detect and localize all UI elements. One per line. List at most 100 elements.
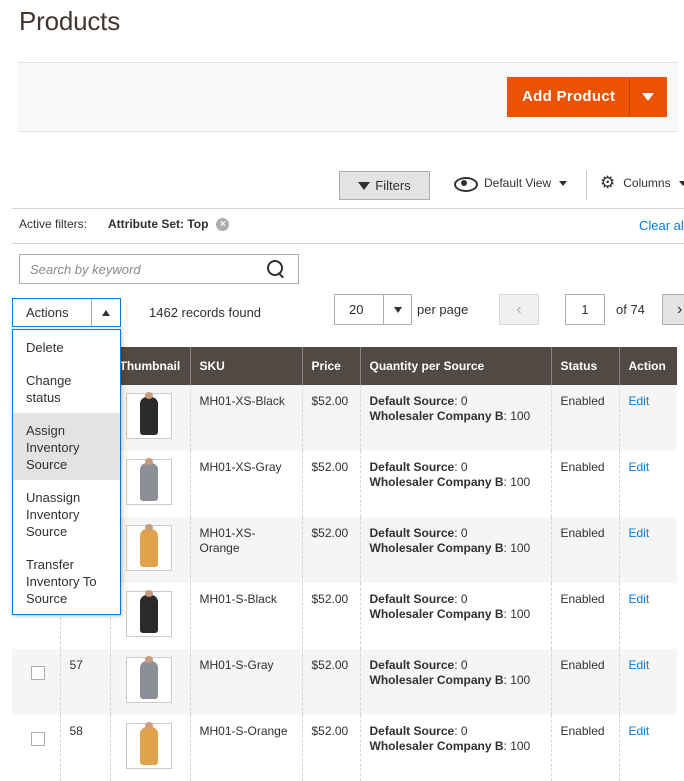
- column-header-price[interactable]: Price: [301, 347, 360, 385]
- actions-dropdown-menu: Delete Change status Assign Inventory So…: [12, 329, 121, 615]
- source-b-qty: : 100: [503, 739, 531, 753]
- source-a-qty: : 0: [454, 526, 468, 540]
- row-status: Enabled: [550, 385, 619, 451]
- view-switcher[interactable]: Default View: [454, 176, 568, 192]
- caret-down-icon: [393, 306, 402, 313]
- row-thumbnail-cell: [109, 715, 190, 781]
- filters-label: Filters: [375, 178, 411, 193]
- previous-page-button[interactable]: ‹: [499, 294, 539, 325]
- source-b-label: Wholesaler Company B: [369, 541, 504, 555]
- edit-link[interactable]: Edit: [629, 460, 650, 474]
- row-thumbnail-cell: [109, 517, 190, 583]
- column-header-status[interactable]: Status: [550, 347, 619, 385]
- row-sku: MH01-XS-Black: [189, 385, 302, 451]
- column-header-quantity[interactable]: Quantity per Source: [359, 347, 551, 385]
- clear-all-link[interactable]: Clear all: [639, 218, 684, 233]
- row-sku: MH01-XS-Gray: [189, 451, 302, 517]
- page-count: of 74: [616, 302, 645, 317]
- row-sku: MH01-XS-Orange: [189, 517, 302, 583]
- source-b-label: Wholesaler Company B: [369, 739, 504, 753]
- active-filter-value: Attribute Set: Top: [108, 217, 209, 231]
- edit-link[interactable]: Edit: [629, 592, 650, 606]
- chevron-right-icon: ›: [677, 301, 683, 318]
- row-status: Enabled: [550, 715, 619, 781]
- per-page-select[interactable]: 20: [334, 294, 412, 325]
- action-option-delete[interactable]: Delete: [13, 330, 120, 363]
- add-product-button[interactable]: Add Product: [507, 77, 668, 117]
- source-a-label: Default Source: [369, 592, 455, 606]
- row-quantity: Default Source: 0 Wholesaler Company B: 1…: [359, 583, 551, 649]
- table-row: 57 MH01-S-Gray $52.00 Default Source: 0 Whol…: [12, 649, 677, 715]
- row-thumbnail-cell: [109, 583, 190, 649]
- row-checkbox[interactable]: [31, 732, 45, 746]
- row-sku: MH01-S-Black: [189, 583, 302, 649]
- view-label: Default View: [484, 176, 552, 190]
- add-product-label[interactable]: Add Product: [508, 78, 629, 116]
- jacket-image: [135, 392, 162, 435]
- source-a-label: Default Source: [369, 526, 455, 540]
- edit-link[interactable]: Edit: [629, 394, 650, 408]
- per-page-toggle[interactable]: [383, 295, 411, 324]
- row-quantity: Default Source: 0 Wholesaler Company B: 1…: [359, 385, 551, 451]
- product-thumbnail[interactable]: [125, 458, 172, 505]
- jacket-image: [135, 656, 162, 699]
- source-a-label: Default Source: [369, 724, 455, 738]
- gear-icon: ⚙: [600, 173, 616, 192]
- product-thumbnail[interactable]: [125, 656, 172, 703]
- funnel-icon: [358, 181, 371, 190]
- row-price: $52.00: [301, 517, 360, 583]
- source-b-label: Wholesaler Company B: [369, 409, 504, 423]
- source-a-label: Default Source: [369, 658, 455, 672]
- action-option-unassign-inventory-source[interactable]: Unassign Inventory Source: [13, 480, 120, 547]
- actions-select-toggle[interactable]: [91, 299, 120, 326]
- eye-icon: [454, 176, 478, 192]
- row-action-cell: Edit: [618, 517, 677, 583]
- source-b-qty: : 100: [503, 541, 531, 555]
- row-sku: MH01-S-Gray: [189, 649, 302, 715]
- row-quantity: Default Source: 0 Wholesaler Company B: 1…: [359, 451, 551, 517]
- product-thumbnail[interactable]: [125, 392, 172, 439]
- row-status: Enabled: [550, 583, 619, 649]
- column-header-thumbnail[interactable]: Thumbnail: [109, 347, 190, 385]
- row-select-cell: [12, 715, 60, 781]
- edit-link[interactable]: Edit: [629, 658, 650, 672]
- source-a-label: Default Source: [369, 460, 455, 474]
- add-product-dropdown-toggle[interactable]: [629, 78, 666, 116]
- row-thumbnail-cell: [109, 451, 190, 517]
- records-count: 1462 records found: [149, 305, 262, 320]
- source-b-qty: : 100: [503, 409, 531, 423]
- action-option-change-status[interactable]: Change status: [13, 363, 120, 413]
- row-quantity: Default Source: 0 Wholesaler Company B: 1…: [359, 517, 551, 583]
- column-header-sku[interactable]: SKU: [189, 347, 302, 385]
- next-page-button[interactable]: ›: [662, 294, 684, 325]
- divider: [12, 243, 684, 244]
- filters-button[interactable]: Filters: [339, 171, 430, 200]
- divider: [12, 208, 684, 209]
- actions-select-label: Actions: [26, 305, 69, 320]
- source-b-qty: : 100: [503, 607, 531, 621]
- action-option-assign-inventory-source[interactable]: Assign Inventory Source: [13, 413, 120, 480]
- column-header-action: Action: [618, 347, 677, 385]
- row-select-cell: [12, 649, 60, 715]
- row-action-cell: Edit: [618, 583, 677, 649]
- remove-filter-icon[interactable]: ×: [216, 217, 230, 231]
- actions-select[interactable]: Actions: [12, 298, 121, 327]
- action-option-transfer-inventory[interactable]: Transfer Inventory To Source: [13, 547, 120, 614]
- product-thumbnail[interactable]: [125, 590, 172, 637]
- source-b-qty: : 100: [503, 475, 531, 489]
- edit-link[interactable]: Edit: [629, 724, 650, 738]
- product-thumbnail[interactable]: [125, 524, 172, 571]
- row-action-cell: Edit: [618, 715, 677, 781]
- product-thumbnail[interactable]: [125, 722, 172, 769]
- search-input[interactable]: [20, 255, 250, 283]
- row-checkbox[interactable]: [31, 666, 45, 680]
- columns-control[interactable]: ⚙ Columns: [600, 173, 684, 192]
- search-icon[interactable]: [267, 260, 283, 276]
- row-quantity: Default Source: 0 Wholesaler Company B: 1…: [359, 649, 551, 715]
- page-number-input[interactable]: 1: [565, 294, 605, 325]
- jacket-image: [135, 590, 162, 633]
- edit-link[interactable]: Edit: [629, 526, 650, 540]
- jacket-image: [135, 458, 162, 501]
- row-action-cell: Edit: [618, 385, 677, 451]
- active-filters: Active filters: Attribute Set: Top ×: [19, 217, 230, 231]
